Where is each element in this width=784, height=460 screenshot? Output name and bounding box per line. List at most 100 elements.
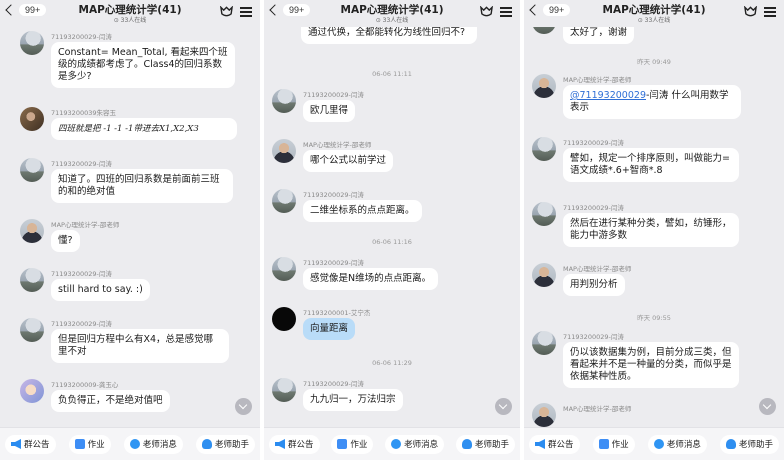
sender-name: 71193200009-龚玉心 xyxy=(51,381,119,389)
chat-header: 99+ MAP心理统计学(41) ⊙ 33人在线 xyxy=(0,0,260,27)
sender-name: 71193200001-艾宁杰 xyxy=(303,309,371,317)
group-badge-icon[interactable] xyxy=(220,6,233,18)
message-bubble[interactable]: 譬如，规定一个排序原则，叫做能力=语文成绩*.6+智商*.8 xyxy=(563,148,739,182)
group-badge-icon[interactable] xyxy=(744,6,757,18)
menu-icon[interactable] xyxy=(764,7,776,18)
announcement-label: 群公告 xyxy=(548,440,574,450)
chevron-left-icon xyxy=(529,4,541,16)
sender-name: 71193200029-闫涛 xyxy=(303,191,364,199)
megaphone-icon xyxy=(275,439,285,449)
message-bubble[interactable]: still hard to say. :) xyxy=(51,279,150,301)
message-bubble[interactable]: 四班就是把 -1 -1 -1带进去X1,X2,X3 xyxy=(51,118,237,140)
timestamp: 昨天 09:55 xyxy=(637,314,671,322)
avatar[interactable] xyxy=(272,378,296,402)
unread-count-badge: 99+ xyxy=(543,4,571,16)
sender-name: MAP心理统计学-邵老师 xyxy=(563,265,632,273)
online-count: ⊙ 33人在线 xyxy=(637,17,671,24)
mention-link[interactable]: @71193200029 xyxy=(570,90,646,101)
sender-name: 71193200039朱容玉 xyxy=(51,109,116,117)
avatar[interactable] xyxy=(20,31,44,55)
chat-header: 99+ MAP心理统计学(41) ⊙ 33人在线 xyxy=(264,0,520,27)
message-bubble[interactable]: 二维坐标系的点点距离。 xyxy=(303,200,422,222)
message-bubble[interactable]: 欧几里得 xyxy=(303,100,356,122)
announcement-button[interactable]: 群公告 xyxy=(269,434,320,454)
document-icon xyxy=(598,439,609,449)
message-bubble[interactable]: 然后在进行某种分类，譬如，纺锤形，能力中游多数 xyxy=(563,213,739,247)
back-button[interactable]: 99+ xyxy=(4,4,47,16)
message-bubble[interactable]: 懂? xyxy=(51,230,80,252)
avatar[interactable] xyxy=(272,139,296,163)
teacher-helper-button[interactable]: 老师助手 xyxy=(719,434,779,454)
sender-name: MAP心理统计学-邵老师 xyxy=(563,76,632,84)
avatar[interactable] xyxy=(20,379,44,403)
avatar[interactable] xyxy=(20,268,44,292)
timestamp: 06-06 11:29 xyxy=(372,359,412,367)
message-bubble[interactable]: 用判别分析 xyxy=(563,274,625,296)
chat-screen-2: 99+ MAP心理统计学(41) ⊙ 33人在线 通过代换，全都能转化为线性回归… xyxy=(264,0,520,460)
scroll-to-bottom-button[interactable] xyxy=(759,398,776,415)
teacher-helper-label: 老师助手 xyxy=(214,440,249,450)
homework-button[interactable]: 作业 xyxy=(68,434,111,454)
chat-screen-3: 99+ MAP心理统计学(41) ⊙ 33人在线 太好了，谢谢 昨天 09:49… xyxy=(524,0,784,460)
message-bubble[interactable]: 感觉像是N维场的点点距离。 xyxy=(303,268,439,290)
sender-name: 71193200029-闫涛 xyxy=(563,204,624,212)
message-bubble[interactable]: 哪个公式以前学过 xyxy=(303,150,394,172)
avatar[interactable] xyxy=(20,107,44,131)
back-button[interactable]: 99+ xyxy=(268,4,311,16)
back-button[interactable]: 99+ xyxy=(528,4,571,16)
avatar[interactable] xyxy=(532,403,556,427)
avatar[interactable] xyxy=(20,158,44,182)
sender-name: 71193200029-闫涛 xyxy=(303,380,364,388)
helper-icon xyxy=(461,439,472,449)
avatar[interactable] xyxy=(532,263,556,287)
teacher-helper-button[interactable]: 老师助手 xyxy=(195,434,255,454)
avatar[interactable] xyxy=(532,74,556,98)
avatar[interactable] xyxy=(272,257,296,281)
megaphone-icon xyxy=(535,439,545,449)
message-bubble[interactable]: 向量距离 xyxy=(303,318,356,340)
message-bubble[interactable]: 九九归一，万法归宗 xyxy=(303,389,403,411)
message-bubble[interactable]: @71193200029-闫涛 什么叫用数学表示 xyxy=(563,85,741,119)
sender-name: 71193200029-闫涛 xyxy=(51,320,112,328)
menu-icon[interactable] xyxy=(240,7,252,18)
teacher-message-button[interactable]: 老师消息 xyxy=(647,434,707,454)
teacher-helper-label: 老师助手 xyxy=(474,440,509,450)
chat-bubble-icon xyxy=(653,439,664,449)
sender-name: 71193200029-闫涛 xyxy=(563,333,624,341)
chat-header: 99+ MAP心理统计学(41) ⊙ 33人在线 xyxy=(524,0,784,27)
scroll-to-bottom-button[interactable] xyxy=(235,398,252,415)
avatar[interactable] xyxy=(532,137,556,161)
message-bubble[interactable]: 知道了。四班的回归系数是前面前三班的和的绝对值 xyxy=(51,169,233,203)
announcement-button[interactable]: 群公告 xyxy=(5,434,56,454)
sender-name: 71193200029-闫涛 xyxy=(51,33,112,41)
teacher-helper-label: 老师助手 xyxy=(738,440,773,450)
online-count: ⊙ 33人在线 xyxy=(375,17,409,24)
message-bubble[interactable]: Constant= Mean_Total, 看起来四个班级的成绩都考虑了。Cla… xyxy=(51,42,235,88)
teacher-message-button[interactable]: 老师消息 xyxy=(385,434,445,454)
menu-icon[interactable] xyxy=(500,7,512,18)
homework-button[interactable]: 作业 xyxy=(592,434,635,454)
announcement-label: 群公告 xyxy=(288,440,314,450)
message-bubble[interactable]: 仍以该数据集为例，目前分成三类，但看起来并不是一种量的分类，而似乎是依据某种性质… xyxy=(563,342,739,388)
scroll-to-bottom-button[interactable] xyxy=(495,398,512,415)
avatar[interactable] xyxy=(272,89,296,113)
sender-name: 71193200029-闫涛 xyxy=(51,270,112,278)
homework-button[interactable]: 作业 xyxy=(331,434,374,454)
helper-icon xyxy=(201,439,212,449)
teacher-message-button[interactable]: 老师消息 xyxy=(123,434,183,454)
avatar[interactable] xyxy=(20,219,44,243)
document-icon xyxy=(74,439,85,449)
avatar[interactable] xyxy=(272,189,296,213)
group-badge-icon[interactable] xyxy=(480,6,493,18)
avatar[interactable] xyxy=(532,331,556,355)
sender-name: MAP心理统计学-邵老师 xyxy=(303,141,372,149)
avatar[interactable] xyxy=(20,318,44,342)
announcement-button[interactable]: 群公告 xyxy=(529,434,580,454)
message-bubble[interactable]: 但是回归方程中么有X4，总是感觉哪里不对 xyxy=(51,329,229,363)
avatar[interactable] xyxy=(532,202,556,226)
timestamp: 06-06 11:11 xyxy=(372,70,412,78)
teacher-helper-button[interactable]: 老师助手 xyxy=(455,434,515,454)
avatar[interactable] xyxy=(272,307,296,331)
message-bubble[interactable]: 负负得正，不是绝对值吧 xyxy=(51,390,170,412)
document-icon xyxy=(337,439,348,449)
